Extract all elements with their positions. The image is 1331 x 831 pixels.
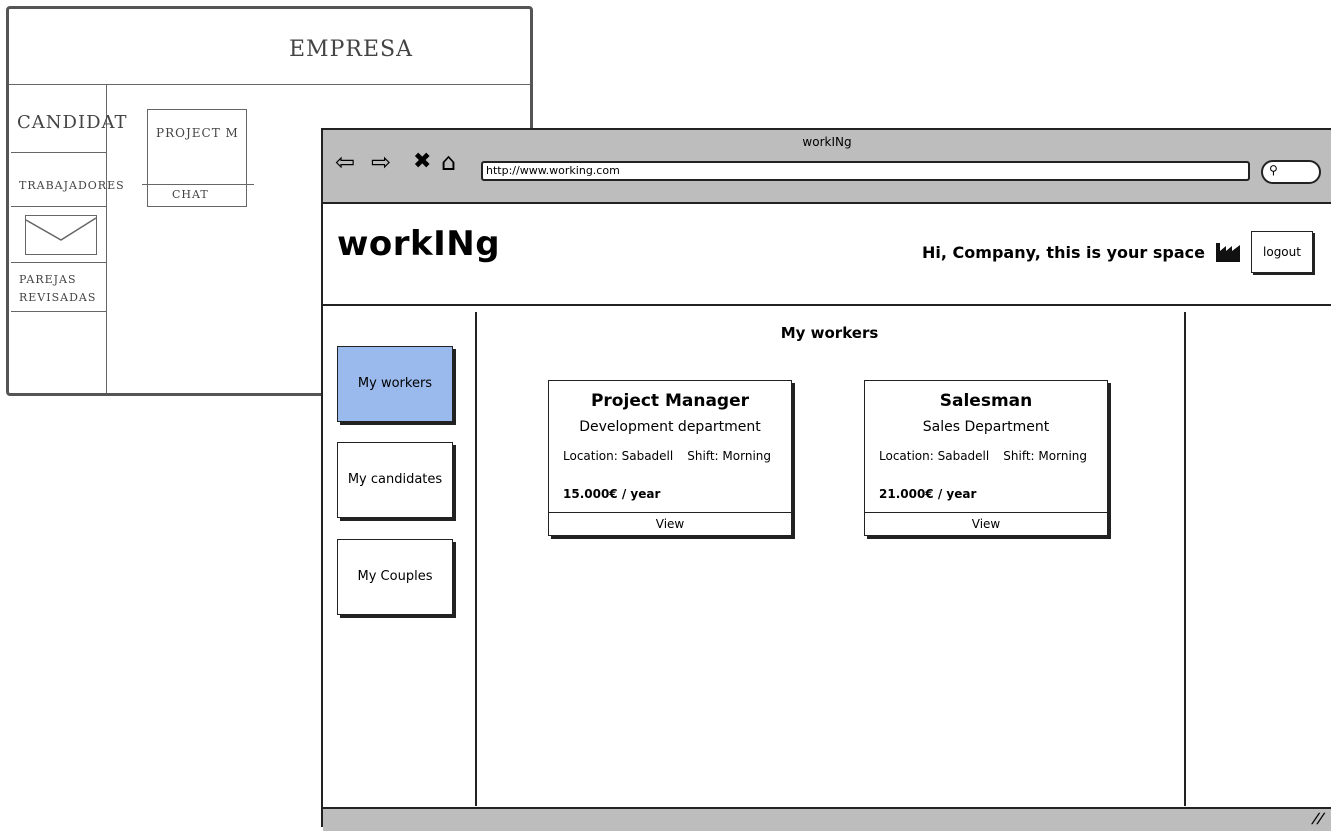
- sketch-menu-divider: [11, 311, 106, 312]
- worker-card: Salesman Sales Department Location: Saba…: [864, 380, 1108, 536]
- logout-button[interactable]: logout: [1251, 231, 1313, 273]
- sketch-card: PROJECT M CHAT: [142, 109, 254, 207]
- sketch-menu-divider: [11, 152, 106, 153]
- sketch-card-title: PROJECT M: [156, 126, 239, 140]
- sidebar-divider: [475, 312, 477, 806]
- card-department: Development department: [579, 419, 761, 435]
- page-title: My workers: [780, 324, 879, 342]
- card-salary: 21.000€ / year: [879, 487, 977, 501]
- back-arrow-icon[interactable]: ⇦: [335, 150, 355, 174]
- card-title: Salesman: [939, 391, 1033, 411]
- factory-icon: [1216, 243, 1240, 262]
- stop-x-icon[interactable]: ✖: [413, 150, 431, 174]
- sketch-header-divider: [9, 84, 530, 85]
- view-button[interactable]: View: [549, 512, 791, 535]
- sketch-card-divider: [142, 184, 254, 185]
- forward-arrow-icon[interactable]: ⇨: [371, 150, 391, 174]
- card-location: Location: Sabadell: [563, 449, 674, 463]
- card-location: Location: Sabadell: [879, 449, 990, 463]
- sidebar-item-my-couples[interactable]: My Couples: [337, 539, 453, 615]
- greeting-text: Hi, Company, this is your space: [922, 243, 1205, 262]
- worker-card: Project Manager Development department L…: [548, 380, 792, 536]
- view-button[interactable]: View: [865, 512, 1107, 535]
- sketch-menu-divider: [11, 262, 106, 263]
- sketch-menu-workers: TRABAJADORES: [19, 179, 125, 192]
- sidebar-item-my-candidates[interactable]: My candidates: [337, 442, 453, 518]
- card-shift: Shift: Morning: [687, 449, 771, 463]
- right-column-divider: [1184, 312, 1186, 806]
- sketch-header-text: EMPRESA: [289, 37, 413, 62]
- browser-window: workINg ⇦ ⇨ ✖ ⌂ http://www.working.com ⚲…: [321, 128, 1331, 831]
- sketch-card-button: CHAT: [172, 188, 209, 201]
- card-salary: 15.000€ / year: [563, 487, 661, 501]
- search-button[interactable]: ⚲: [1261, 160, 1321, 184]
- browser-chrome: workINg ⇦ ⇨ ✖ ⌂ http://www.working.com ⚲: [323, 130, 1331, 204]
- card-shift: Shift: Morning: [1003, 449, 1087, 463]
- status-bar: //: [323, 807, 1331, 831]
- sketch-envelope-icon: [25, 215, 97, 255]
- logo: workINg: [337, 224, 501, 264]
- site-header: workINg Hi, Company, this is your space …: [323, 204, 1331, 306]
- window-title: workINg: [802, 135, 852, 149]
- search-icon: ⚲: [1269, 163, 1278, 177]
- home-icon[interactable]: ⌂: [441, 150, 456, 174]
- sketch-menu-candidates: CANDIDAT: [17, 112, 128, 133]
- sketch-menu-couples: PAREJAS REVISADAS: [19, 273, 97, 304]
- resize-grip-icon[interactable]: //: [1310, 811, 1326, 827]
- card-title: Project Manager: [590, 391, 750, 411]
- card-department: Sales Department: [922, 419, 1050, 435]
- sketch-menu-divider: [11, 206, 106, 207]
- sidebar-item-my-workers[interactable]: My workers: [337, 346, 453, 422]
- url-input[interactable]: http://www.working.com: [481, 161, 1250, 181]
